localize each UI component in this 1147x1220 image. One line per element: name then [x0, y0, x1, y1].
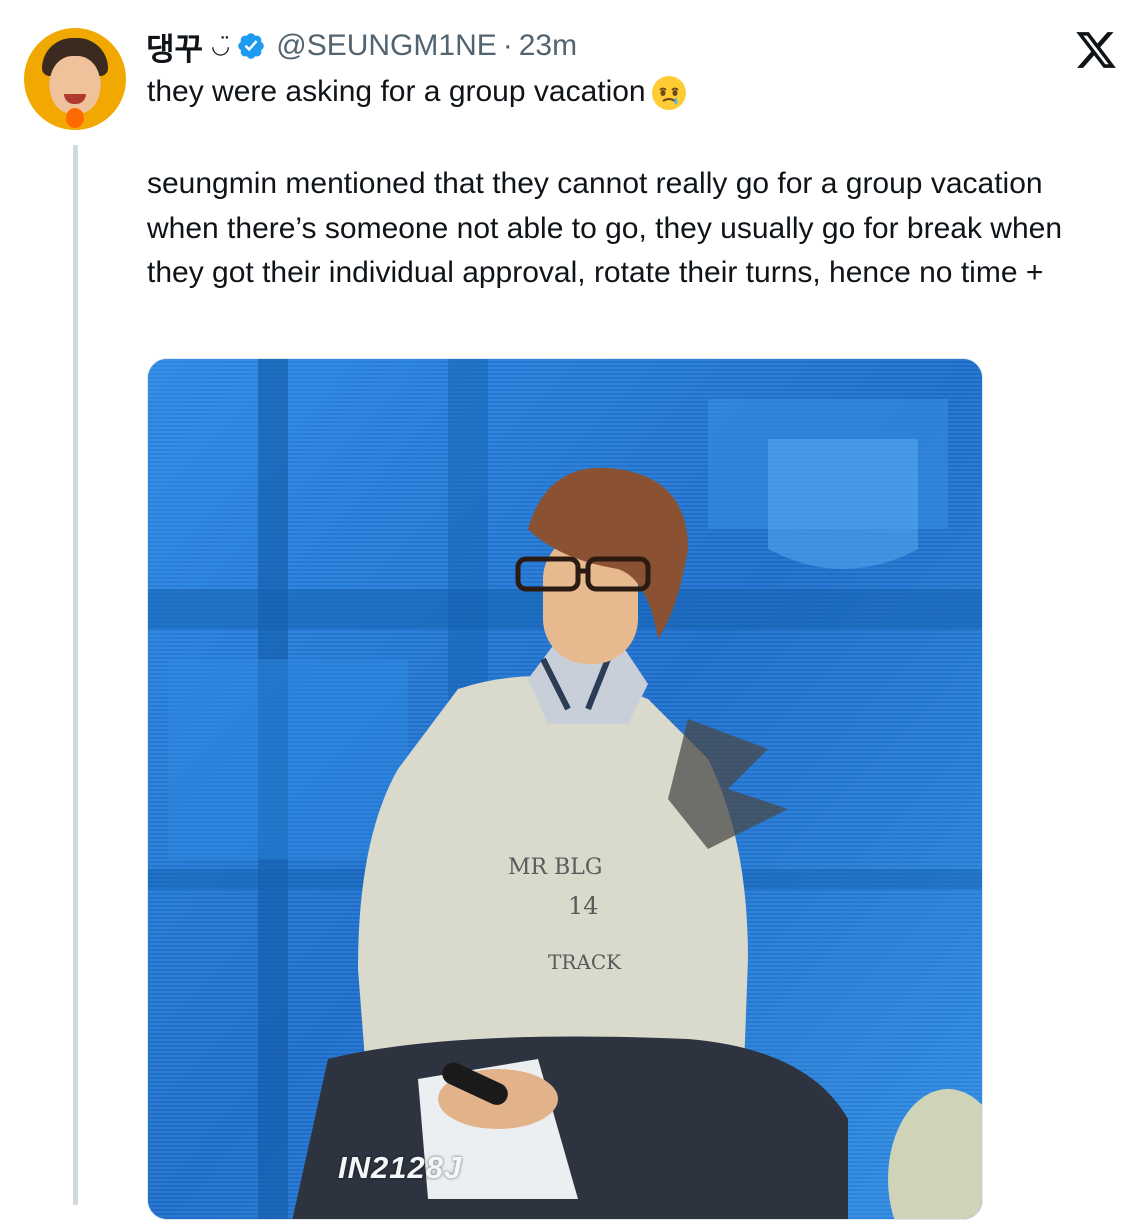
shirt-text-1: MR BLG — [508, 855, 602, 880]
watermark: IN2128J — [338, 1150, 463, 1185]
tweet-body: seungmin mentioned that they cannot real… — [147, 167, 1063, 289]
timestamp[interactable]: 23m — [519, 29, 577, 63]
separator-dot: · — [502, 29, 513, 62]
handle[interactable]: @SEUNGM1NE — [276, 29, 497, 63]
tweet-first-line: they were asking for a group vacation — [147, 70, 688, 114]
avatar-orange — [66, 108, 84, 128]
shirt-text-3: TRACK — [548, 950, 622, 974]
tweet-text-line1: they were asking for a group vacation — [147, 75, 646, 108]
face-holding-back-tears-icon — [651, 76, 686, 111]
x-logo-icon[interactable] — [1073, 28, 1119, 72]
name-emoji: ◡̈ — [211, 33, 231, 58]
photo-scene: MR BLG 14 TRACK — [148, 359, 982, 1219]
tweet-header: 댕꾸 ◡̈ @SEUNGM1NE · 23m — [146, 24, 577, 68]
verified-badge-icon — [238, 33, 265, 59]
avatar-face — [50, 56, 100, 114]
thread-line — [73, 145, 78, 1205]
shirt-text-2: 14 — [568, 892, 599, 920]
tweet-photo[interactable]: MR BLG 14 TRACK — [147, 358, 983, 1220]
avatar[interactable] — [24, 28, 126, 130]
display-name[interactable]: 댕꾸 — [146, 24, 203, 69]
